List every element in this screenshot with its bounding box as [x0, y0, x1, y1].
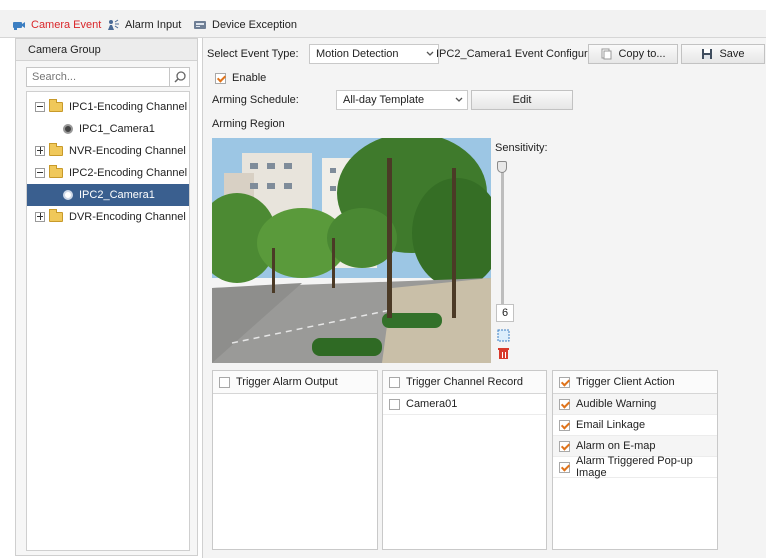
arming-region-video[interactable] — [212, 138, 491, 363]
tree-node-label: DVR-Encoding Channel — [69, 211, 186, 223]
popup-image-label: Alarm Triggered Pop-up Image — [576, 455, 693, 479]
collapse-icon[interactable] — [35, 168, 45, 178]
sensitivity-value: 6 — [496, 304, 514, 322]
alarm-on-emap-label: Alarm on E-map — [576, 440, 656, 452]
arming-schedule-value: All-day Template — [343, 94, 425, 106]
trigger-client-action-panel: Trigger Client Action Audible Warning Em… — [552, 370, 718, 550]
sensitivity-label: Sensitivity: — [495, 142, 548, 154]
record-camera-item[interactable]: Camera01 — [383, 394, 546, 415]
email-linkage-label: Email Linkage — [576, 419, 646, 431]
trigger-channel-record-option[interactable]: Trigger Channel Record — [383, 371, 546, 394]
config-title: IPC2_Camera1 Event Configur... — [436, 48, 597, 60]
edit-schedule-button[interactable]: Edit — [471, 90, 573, 110]
folder-icon — [49, 165, 63, 178]
trigger-client-action-option[interactable]: Trigger Client Action — [553, 371, 717, 394]
search-icon — [174, 71, 186, 83]
copy-icon — [601, 48, 612, 60]
delete-icon — [498, 348, 509, 359]
search-input[interactable] — [27, 68, 167, 86]
enable-option[interactable]: Enable — [215, 72, 266, 84]
trigger-alarm-output-option[interactable]: Trigger Alarm Output — [213, 371, 377, 394]
enable-checkbox[interactable] — [215, 72, 226, 84]
enable-label: Enable — [232, 72, 267, 84]
trigger-channel-record-label: Trigger Channel Record — [406, 376, 523, 388]
tab-device-exception[interactable]: Device Exception — [193, 15, 297, 35]
expand-icon[interactable] — [35, 146, 45, 156]
search-box — [26, 67, 190, 87]
arming-schedule-select[interactable]: All-day Template — [336, 90, 468, 110]
tab-label: Camera Event — [31, 19, 102, 31]
trigger-alarm-output-label: Trigger Alarm Output — [236, 376, 338, 388]
alarm-on-emap-item[interactable]: Alarm on E-map — [553, 436, 717, 457]
device-exception-icon — [194, 21, 206, 29]
draw-area-button[interactable] — [497, 329, 510, 342]
copy-to-button[interactable]: Copy to... — [588, 44, 678, 64]
save-label: Save — [719, 48, 745, 60]
camera-icon — [63, 124, 73, 134]
edit-label: Edit — [512, 94, 532, 106]
camera-group-header: Camera Group — [16, 39, 197, 61]
tab-label: Device Exception — [212, 19, 297, 31]
expand-icon[interactable] — [35, 212, 45, 222]
event-type-value: Motion Detection — [316, 48, 399, 60]
clear-area-button[interactable] — [497, 347, 510, 360]
copy-to-label: Copy to... — [618, 48, 666, 60]
trigger-client-action-label: Trigger Client Action — [576, 376, 675, 388]
arming-schedule-label: Arming Schedule: — [212, 94, 299, 106]
tree-group-nvr[interactable]: NVR-Encoding Channel — [27, 140, 189, 162]
collapse-icon[interactable] — [35, 102, 45, 112]
trigger-channel-record-checkbox[interactable] — [389, 376, 400, 388]
tree-node-label: IPC2_Camera1 — [79, 189, 155, 201]
tree-node-label: NVR-Encoding Channel — [69, 145, 186, 157]
trigger-client-action-checkbox[interactable] — [559, 376, 570, 388]
alarm-on-emap-checkbox[interactable] — [559, 440, 570, 452]
tree-group-ipc2[interactable]: IPC2-Encoding Channel — [27, 162, 189, 184]
sensitivity-slider-track[interactable] — [501, 169, 504, 304]
tree-camera-ipc1-camera1[interactable]: IPC1_Camera1 — [27, 118, 189, 140]
event-type-select[interactable]: Motion Detection — [309, 44, 439, 64]
camera01-label: Camera01 — [406, 398, 458, 410]
alarm-input-icon — [108, 19, 119, 30]
camera01-checkbox[interactable] — [389, 398, 400, 410]
camera-group-panel: Camera Group IPC1-Encoding Channel IPC1_… — [15, 38, 198, 556]
search-button[interactable] — [169, 68, 189, 86]
tab-label: Alarm Input — [125, 19, 182, 31]
trigger-channel-record-panel: Trigger Channel Record Camera01 — [382, 370, 547, 550]
tree-node-label: IPC1_Camera1 — [79, 123, 155, 135]
camera-icon — [13, 22, 25, 30]
audible-warning-checkbox[interactable] — [559, 398, 570, 410]
audible-warning-item[interactable]: Audible Warning — [553, 394, 717, 415]
event-config-panel: Select Event Type: Motion Detection IPC2… — [202, 38, 766, 558]
chevron-down-icon — [455, 97, 463, 102]
email-linkage-checkbox[interactable] — [559, 419, 570, 431]
popup-image-item[interactable]: Alarm Triggered Pop-up Image — [553, 455, 717, 479]
arming-region-label: Arming Region — [212, 118, 285, 130]
email-linkage-item[interactable]: Email Linkage — [553, 415, 717, 436]
camera-icon — [63, 190, 73, 200]
camera-tree: IPC1-Encoding Channel IPC1_Camera1 NVR-E… — [26, 91, 190, 551]
save-icon — [702, 49, 713, 59]
event-type-label: Select Event Type: — [207, 48, 299, 60]
event-tab-bar: Camera Event Alarm Input Device Exceptio… — [0, 10, 766, 38]
popup-image-checkbox[interactable] — [559, 461, 570, 473]
folder-icon — [49, 99, 63, 112]
audible-warning-label: Audible Warning — [576, 398, 657, 410]
select-area-icon — [497, 329, 510, 342]
folder-icon — [49, 209, 63, 222]
tree-group-ipc1[interactable]: IPC1-Encoding Channel — [27, 96, 189, 118]
tree-group-dvr[interactable]: DVR-Encoding Channel — [27, 206, 189, 228]
chevron-down-icon — [426, 51, 434, 56]
tab-alarm-input[interactable]: Alarm Input — [106, 15, 181, 35]
tab-camera-event[interactable]: Camera Event — [12, 15, 101, 35]
tree-node-label: IPC1-Encoding Channel — [69, 101, 188, 113]
camera-live-view — [212, 138, 491, 363]
trigger-alarm-output-checkbox[interactable] — [219, 376, 230, 388]
save-button[interactable]: Save — [681, 44, 765, 64]
folder-icon — [49, 143, 63, 156]
sensitivity-slider-handle[interactable] — [497, 161, 507, 173]
trigger-alarm-output-panel: Trigger Alarm Output — [212, 370, 378, 550]
tree-node-label: IPC2-Encoding Channel — [69, 167, 188, 179]
tree-camera-ipc2-camera1[interactable]: IPC2_Camera1 — [27, 184, 189, 206]
